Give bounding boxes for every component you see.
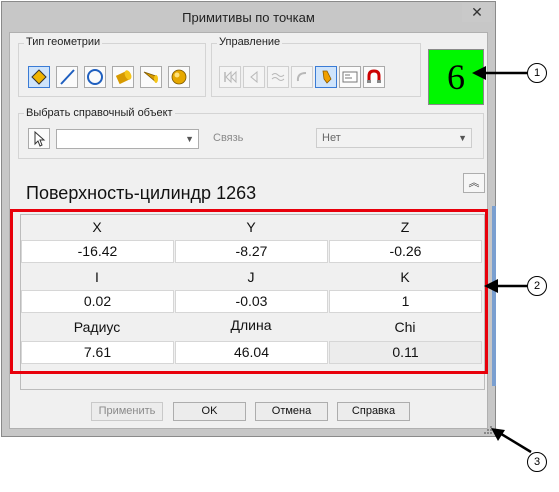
callout-3-arrow: [497, 430, 532, 454]
callout-1: 1: [527, 63, 547, 83]
callout-3: 3: [527, 452, 547, 472]
annotation-arrows: [472, 66, 532, 454]
callout-2-arrowhead: [484, 279, 498, 293]
callout-2: 2: [527, 276, 547, 296]
callout-1-arrowhead: [472, 66, 486, 80]
